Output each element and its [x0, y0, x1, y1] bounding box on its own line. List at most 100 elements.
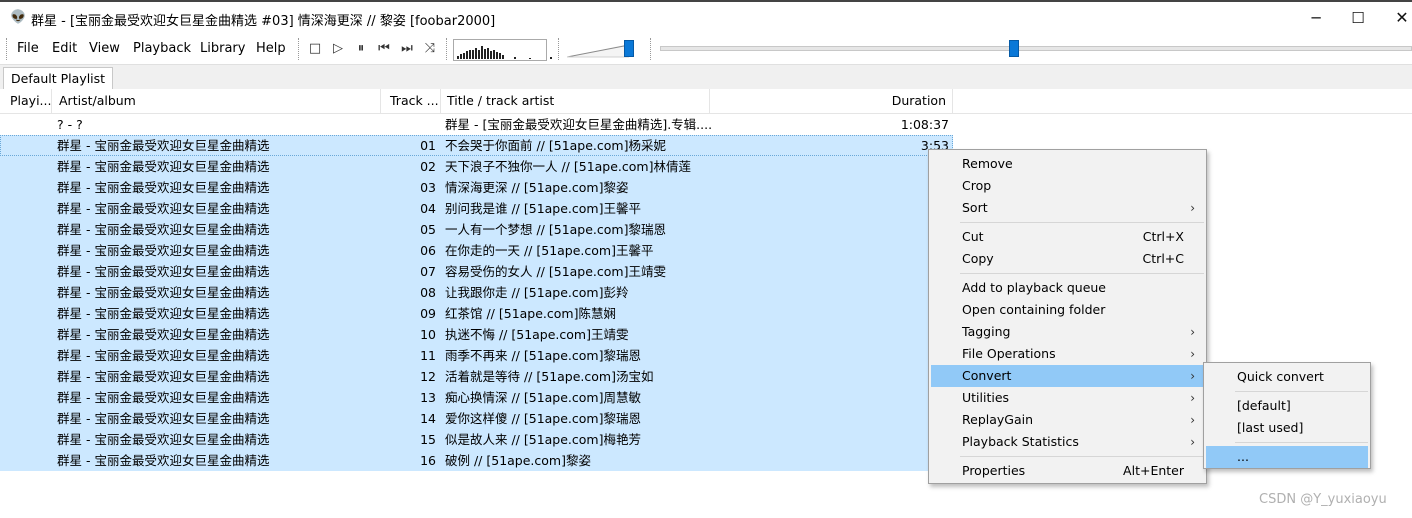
menu-item-crop[interactable]: Crop [931, 175, 1204, 197]
menu-library[interactable]: Library [200, 41, 245, 56]
menu-help[interactable]: Help [256, 41, 286, 56]
spectrum-bar [496, 52, 498, 59]
table-row[interactable]: 群星 - 宝丽金最受欢迎女巨星金曲精选 15 似是故人来 // [51ape.com… [0, 429, 953, 450]
menu-item-replaygain[interactable]: ReplayGain › [931, 409, 1204, 431]
stop-icon[interactable]: □ [307, 41, 323, 57]
table-row[interactable]: 群星 - 宝丽金最受欢迎女巨星金曲精选 13 痴心换情深 // [51ape.com… [0, 387, 953, 408]
table-row[interactable]: 群星 - 宝丽金最受欢迎女巨星金曲精选 12 活着就是等待 // [51ape.co… [0, 366, 953, 387]
cell-artist-album: ? - ? [57, 117, 83, 132]
menu-view[interactable]: View [89, 41, 120, 56]
menu-item-properties[interactable]: Properties Alt+Enter [931, 460, 1204, 482]
table-row[interactable]: 群星 - 宝丽金最受欢迎女巨星金曲精选 10 执迷不悔 // [51ape.com]… [0, 324, 953, 345]
table-row[interactable]: 群星 - 宝丽金最受欢迎女巨星金曲精选 06 在你走的一天 // [51ape.co… [0, 240, 953, 261]
seek-bar[interactable] [660, 46, 1412, 51]
table-row[interactable]: 群星 - 宝丽金最受欢迎女巨星金曲精选 16 破例 // [51ape.com]黎姿 [0, 450, 953, 471]
toolbar-grip[interactable] [298, 38, 301, 60]
toolbar-grip[interactable] [446, 38, 449, 60]
table-row[interactable]: 群星 - 宝丽金最受欢迎女巨星金曲精选 02 天下浪子不独你一人 // [51ape… [0, 156, 953, 177]
toolbar-grip[interactable] [558, 38, 561, 60]
menu-item-convert[interactable]: Convert › [931, 365, 1204, 387]
menu-item-file-operations[interactable]: File Operations › [931, 343, 1204, 365]
menu-item-open-containing-folder[interactable]: Open containing folder [931, 299, 1204, 321]
cell-track-number: 15 [420, 432, 436, 447]
spectrum-bar [460, 54, 462, 59]
table-row[interactable]: 群星 - 宝丽金最受欢迎女巨星金曲精选 04 别问我是谁 // [51ape.com… [0, 198, 953, 219]
table-row[interactable]: 群星 - 宝丽金最受欢迎女巨星金曲精选 09 红茶馆 // [51ape.com]陈… [0, 303, 953, 324]
cell-track-number: 13 [420, 390, 436, 405]
cell-track-number: 10 [420, 327, 436, 342]
menu-item-label: ... [1237, 449, 1249, 464]
table-row[interactable]: 群星 - 宝丽金最受欢迎女巨星金曲精选 11 雨季不再来 // [51ape.com… [0, 345, 953, 366]
random-icon[interactable]: ⤨ [422, 41, 438, 57]
cell-artist-album: 群星 - 宝丽金最受欢迎女巨星金曲精选 [57, 453, 270, 468]
playlist-column-header: Playi... Artist/album Track ... Title / … [0, 89, 1412, 114]
menu-item-sort[interactable]: Sort › [931, 197, 1204, 219]
menu-item-shortcut: Ctrl+X [1142, 229, 1184, 244]
menu-item-label: Open containing folder [962, 302, 1106, 317]
table-row[interactable]: 群星 - 宝丽金最受欢迎女巨星金曲精选 01 不会哭于你面前 // [51ape.c… [0, 135, 953, 156]
volume-slider-thumb[interactable] [623, 40, 634, 57]
menu-item-quick-convert[interactable]: Quick convert [1206, 366, 1368, 388]
cell-title: 破例 // [51ape.com]黎姿 [445, 453, 591, 468]
menu-item-last-used[interactable]: [last used] [1206, 417, 1368, 439]
minimize-button[interactable]: ─ [1296, 8, 1336, 30]
close-button[interactable]: ✕ [1382, 8, 1412, 30]
alien-icon: 👽 [10, 10, 27, 25]
cell-artist-album: 群星 - 宝丽金最受欢迎女巨星金曲精选 [57, 243, 270, 258]
cell-title: 红茶馆 // [51ape.com]陈慧娴 [445, 306, 616, 321]
previous-icon[interactable]: ⏮ [376, 41, 392, 57]
menu-item-more[interactable]: ... [1206, 446, 1368, 468]
table-row[interactable]: 群星 - 宝丽金最受欢迎女巨星金曲精选 14 爱你这样傻 // [51ape.com… [0, 408, 953, 429]
menu-item-playback-statistics[interactable]: Playback Statistics › [931, 431, 1204, 453]
spectrum-bar [490, 51, 492, 59]
cell-artist-album: 群星 - 宝丽金最受欢迎女巨星金曲精选 [57, 432, 270, 447]
menu-item-copy[interactable]: Copy Ctrl+C [931, 248, 1204, 270]
cell-title: 似是故人来 // [51ape.com]梅艳芳 [445, 432, 641, 447]
spectrum-visualization [453, 39, 552, 61]
menu-item-label: Cut [962, 229, 984, 244]
cell-title: 爱你这样傻 // [51ape.com]黎瑞恩 [445, 411, 641, 426]
menu-item-utilities[interactable]: Utilities › [931, 387, 1204, 409]
menu-item-add-to-playback-queue[interactable]: Add to playback queue [931, 277, 1204, 299]
playlist-tab-bar: Default Playlist [0, 64, 1412, 90]
menu-file[interactable]: File [17, 41, 39, 56]
toolbar-grip[interactable] [650, 38, 653, 60]
pause-icon[interactable]: ⏸ [353, 41, 369, 57]
chevron-right-icon: › [1190, 347, 1195, 361]
cell-artist-album: 群星 - 宝丽金最受欢迎女巨星金曲精选 [57, 180, 270, 195]
menu-item-default[interactable]: [default] [1206, 395, 1368, 417]
menu-item-tagging[interactable]: Tagging › [931, 321, 1204, 343]
table-row[interactable]: 群星 - 宝丽金最受欢迎女巨星金曲精选 08 让我跟你走 // [51ape.com… [0, 282, 953, 303]
column-artist-album[interactable]: Artist/album [53, 89, 381, 113]
cell-track-number: 12 [420, 369, 436, 384]
menu-separator [960, 456, 1204, 457]
play-icon[interactable]: ▷ [330, 41, 346, 57]
menu-item-label: Playback Statistics [962, 434, 1079, 449]
cell-track-number: 07 [420, 264, 436, 279]
column-playing[interactable]: Playi... [4, 89, 52, 113]
menu-item-label: Copy [962, 251, 994, 266]
next-icon[interactable]: ⏭ [399, 41, 415, 57]
table-row[interactable]: ? - ? 群星 - [宝丽金最受欢迎女巨星金曲精选].专辑.... 1:08:37 [0, 114, 953, 135]
title-bar[interactable]: 👽 群星 - [宝丽金最受欢迎女巨星金曲精选 #03] 情深海更深 // 黎姿 … [0, 0, 1412, 34]
cell-track-number: 08 [420, 285, 436, 300]
menu-item-label: Quick convert [1237, 369, 1324, 384]
tab-default-playlist[interactable]: Default Playlist [3, 67, 114, 90]
spectrum-bar [472, 50, 474, 59]
chevron-right-icon: › [1190, 435, 1195, 449]
column-title[interactable]: Title / track artist [441, 89, 710, 113]
table-row[interactable]: 群星 - 宝丽金最受欢迎女巨星金曲精选 03 情深海更深 // [51ape.com… [0, 177, 953, 198]
column-duration[interactable]: Duration [710, 89, 953, 113]
menu-item-cut[interactable]: Cut Ctrl+X [931, 226, 1204, 248]
toolbar-grip[interactable] [6, 38, 9, 60]
menu-item-remove[interactable]: Remove [931, 153, 1204, 175]
cell-title: 执迷不悔 // [51ape.com]王靖雯 [445, 327, 629, 342]
table-row[interactable]: 群星 - 宝丽金最受欢迎女巨星金曲精选 07 容易受伤的女人 // [51ape.c… [0, 261, 953, 282]
seek-bar-thumb[interactable] [1008, 40, 1019, 57]
cell-title: 群星 - [宝丽金最受欢迎女巨星金曲精选].专辑.... [445, 117, 713, 132]
table-row[interactable]: 群星 - 宝丽金最受欢迎女巨星金曲精选 05 一人有一个梦想 // [51ape.c… [0, 219, 953, 240]
column-track[interactable]: Track ... [384, 89, 441, 113]
menu-playback[interactable]: Playback [133, 41, 191, 56]
maximize-button[interactable]: ☐ [1338, 8, 1378, 30]
menu-edit[interactable]: Edit [52, 41, 77, 56]
